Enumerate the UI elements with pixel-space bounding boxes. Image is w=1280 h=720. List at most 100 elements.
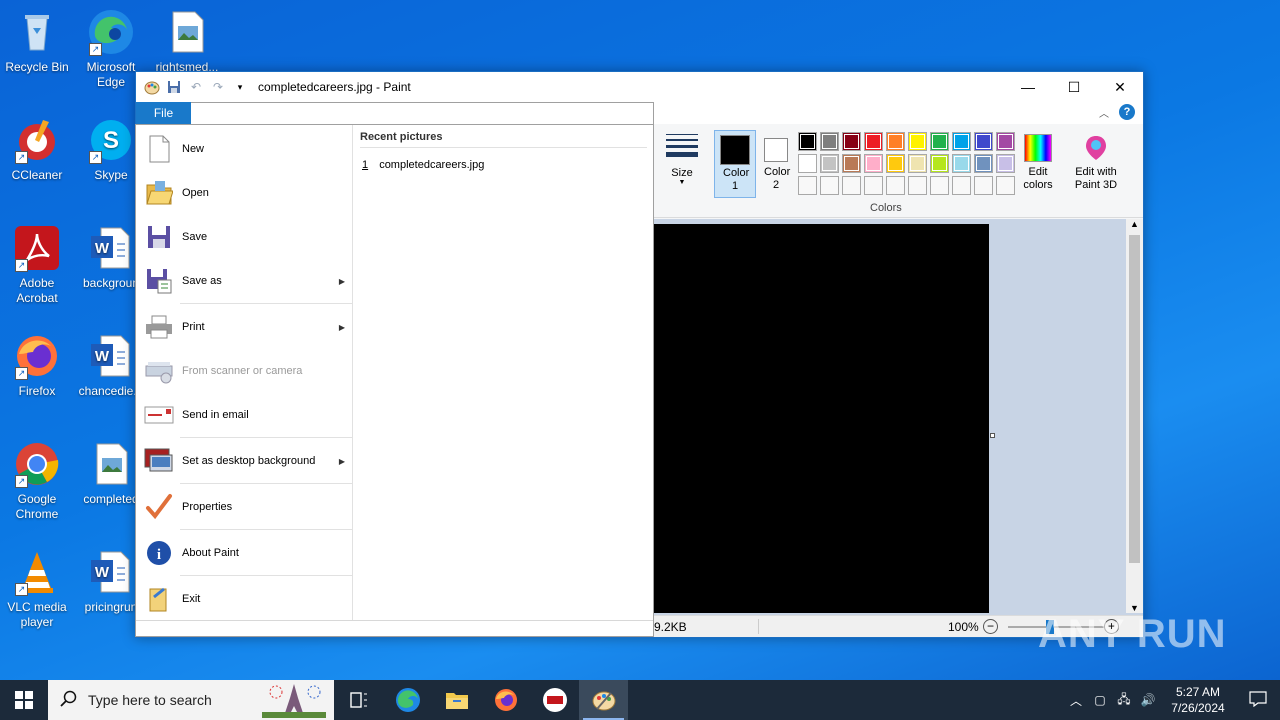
- firefox-icon: [494, 689, 517, 711]
- color2-button[interactable]: Color 2: [758, 130, 794, 198]
- vertical-scrollbar[interactable]: ▲ ▼: [1126, 219, 1143, 613]
- clock-time: 5:27 AM: [1175, 685, 1221, 699]
- image-canvas[interactable]: [654, 224, 989, 613]
- palette-swatch[interactable]: [842, 176, 861, 195]
- menu-item-properties[interactable]: Properties: [136, 485, 353, 529]
- taskbar-paint[interactable]: [579, 680, 628, 720]
- ribbon-right-controls: ︿ ?: [1099, 104, 1135, 120]
- palette-swatch[interactable]: [886, 176, 905, 195]
- taskbar-search-box[interactable]: Type here to search: [48, 680, 334, 720]
- file-menu: New Open Save Save as ▶ Print ▶ From sca…: [135, 124, 654, 637]
- shortcut-arrow-icon: ↗: [15, 475, 28, 488]
- system-tray: ︿ ▢ 🖧 🔊 5:27 AM 7/26/2024: [1064, 680, 1280, 720]
- menu-item-about-paint[interactable]: i About Paint: [136, 531, 353, 575]
- canvas-resize-handle[interactable]: [990, 433, 995, 438]
- palette-swatch[interactable]: [886, 154, 905, 173]
- clock[interactable]: 5:27 AM 7/26/2024: [1160, 684, 1236, 716]
- edit-colors-button[interactable]: Edit colors: [1020, 132, 1056, 198]
- palette-swatch[interactable]: [908, 176, 927, 195]
- menu-item-open[interactable]: Open: [136, 171, 353, 215]
- palette-swatch[interactable]: [930, 132, 949, 151]
- menu-item-print[interactable]: Print ▶: [136, 305, 353, 349]
- desktop-icon-rightsmed[interactable]: rightsmed...: [150, 8, 224, 75]
- task-view-button[interactable]: [334, 680, 383, 720]
- menu-item-send-email[interactable]: Send in email: [136, 393, 353, 437]
- palette-swatch[interactable]: [996, 132, 1015, 151]
- menu-item-save-as[interactable]: Save as ▶: [136, 259, 353, 303]
- customize-qat-icon[interactable]: ▾: [232, 79, 248, 95]
- submenu-arrow-icon: ▶: [338, 456, 345, 466]
- adobe-acrobat-icon: ↗: [13, 224, 61, 272]
- undo-icon[interactable]: ↶: [188, 79, 204, 95]
- palette-swatch[interactable]: [864, 132, 883, 151]
- taskbar-file-explorer[interactable]: [432, 680, 481, 720]
- help-icon[interactable]: ?: [1119, 104, 1135, 120]
- menu-item-from-scanner[interactable]: From scanner or camera: [136, 349, 353, 393]
- edit-with-paint3d-button[interactable]: Edit with Paint 3D: [1066, 132, 1126, 198]
- taskbar-firefox[interactable]: [481, 680, 530, 720]
- palette-swatch[interactable]: [974, 132, 993, 151]
- menu-item-new[interactable]: New: [136, 127, 353, 171]
- palette-swatch[interactable]: [908, 132, 927, 151]
- desktop-icon-ccleaner[interactable]: ↗ CCleaner: [0, 116, 74, 183]
- desktop-icon-firefox[interactable]: ↗ Firefox: [0, 332, 74, 399]
- palette-swatch[interactable]: [952, 176, 971, 195]
- menu-label-save: Save: [182, 231, 208, 243]
- recent-file-item[interactable]: 1 completedcareers.jpg: [362, 159, 484, 171]
- menu-separator: [180, 529, 352, 530]
- palette-swatch[interactable]: [798, 154, 817, 173]
- scroll-up-icon[interactable]: ▲: [1126, 219, 1143, 229]
- svg-text:W: W: [95, 564, 110, 581]
- volume-icon[interactable]: 🔊: [1136, 693, 1160, 707]
- desktop-icon-chrome[interactable]: ↗ Google Chrome: [0, 440, 74, 522]
- collapse-ribbon-icon[interactable]: ︿: [1099, 105, 1109, 120]
- save-icon[interactable]: [166, 79, 182, 95]
- palette-swatch[interactable]: [842, 132, 861, 151]
- desktop-icon-recycle-bin[interactable]: Recycle Bin: [0, 8, 74, 75]
- window-controls: — ☐ ✕: [1005, 72, 1143, 102]
- firefox-icon: ↗: [13, 332, 61, 380]
- close-button[interactable]: ✕: [1097, 72, 1143, 102]
- menu-item-save[interactable]: Save: [136, 215, 353, 259]
- palette-swatch[interactable]: [908, 154, 927, 173]
- palette-swatch[interactable]: [864, 176, 883, 195]
- file-tab[interactable]: File: [136, 102, 191, 124]
- palette-swatch[interactable]: [952, 132, 971, 151]
- maximize-button[interactable]: ☐: [1051, 72, 1097, 102]
- palette-swatch[interactable]: [842, 154, 861, 173]
- show-hidden-icons-icon[interactable]: ︿: [1064, 692, 1088, 709]
- taskbar-edge[interactable]: [383, 680, 432, 720]
- palette-swatch[interactable]: [798, 132, 817, 151]
- palette-swatch[interactable]: [996, 176, 1015, 195]
- size-lines-icon: [666, 134, 698, 157]
- palette-swatch[interactable]: [886, 132, 905, 151]
- palette-swatch[interactable]: [974, 154, 993, 173]
- palette-swatch[interactable]: [930, 176, 949, 195]
- desktop-icon-acrobat[interactable]: ↗ Adobe Acrobat: [0, 224, 74, 306]
- notifications-icon[interactable]: [1236, 690, 1280, 710]
- start-button[interactable]: [0, 680, 48, 720]
- color1-button[interactable]: Color 1: [714, 130, 756, 198]
- palette-swatch[interactable]: [798, 176, 817, 195]
- palette-swatch[interactable]: [930, 154, 949, 173]
- palette-swatch[interactable]: [952, 154, 971, 173]
- palette-swatch[interactable]: [974, 176, 993, 195]
- palette-swatch[interactable]: [864, 154, 883, 173]
- menu-label-set-desktop-background: Set as desktop background: [182, 455, 316, 467]
- zoom-out-icon[interactable]: −: [983, 619, 998, 634]
- device-icon[interactable]: ▢: [1088, 693, 1112, 707]
- network-icon[interactable]: 🖧: [1112, 690, 1136, 711]
- menu-item-exit[interactable]: Exit: [136, 577, 353, 621]
- desktop-icon-vlc[interactable]: ↗ VLC media player: [0, 548, 74, 630]
- menu-item-set-desktop-background[interactable]: Set as desktop background ▶: [136, 439, 353, 483]
- palette-swatch-fill: [822, 156, 837, 171]
- scrollbar-thumb[interactable]: [1129, 235, 1140, 563]
- taskbar-app-red[interactable]: [530, 680, 579, 720]
- palette-swatch[interactable]: [820, 176, 839, 195]
- palette-swatch[interactable]: [820, 154, 839, 173]
- redo-icon[interactable]: ↷: [210, 79, 226, 95]
- minimize-button[interactable]: —: [1005, 72, 1051, 102]
- size-button[interactable]: Size ▼: [662, 132, 702, 198]
- palette-swatch[interactable]: [996, 154, 1015, 173]
- palette-swatch[interactable]: [820, 132, 839, 151]
